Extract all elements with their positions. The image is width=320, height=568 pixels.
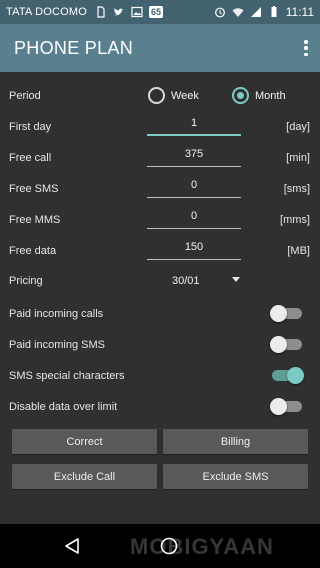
correct-button[interactable]: Correct: [12, 429, 157, 454]
free-mms-unit: [mms]: [280, 214, 310, 226]
status-bar: TATA DOCOMO 65 11:11: [0, 0, 320, 24]
free-mms-label: Free MMS: [9, 214, 61, 226]
free-call-unit: [min]: [286, 152, 310, 164]
period-row: Period Week Month: [0, 81, 320, 112]
free-data-unit: [MB]: [287, 245, 310, 257]
period-week-label: Week: [171, 89, 199, 102]
free-data-input[interactable]: 150: [147, 238, 241, 260]
watermark: MOBIGYAAN: [130, 534, 274, 559]
back-icon[interactable]: [64, 537, 80, 555]
sms-special-characters-switch[interactable]: [270, 366, 304, 384]
free-sms-row: Free SMS 0 [sms]: [0, 174, 320, 205]
first-day-input[interactable]: 1: [147, 114, 241, 136]
exclude-sms-button[interactable]: Exclude SMS: [163, 464, 308, 489]
first-day-label: First day: [9, 121, 52, 133]
toggle-row-sms-special-characters: SMS special characters: [0, 361, 320, 392]
free-mms-input[interactable]: 0: [147, 207, 241, 229]
signal-icon: [250, 7, 261, 17]
period-label: Period: [9, 90, 41, 102]
billing-button[interactable]: Billing: [163, 429, 308, 454]
pricing-row: Pricing 30/01: [0, 267, 320, 298]
toggle-row-paid-incoming-sms: Paid incoming SMS: [0, 330, 320, 361]
paid-incoming-sms-switch[interactable]: [270, 335, 304, 353]
free-sms-label: Free SMS: [9, 183, 59, 195]
exclude-call-button[interactable]: Exclude Call: [12, 464, 157, 489]
notification-badge: 65: [149, 6, 164, 18]
sim-icon: [97, 6, 105, 18]
carrier-name: TATA DOCOMO: [6, 6, 88, 18]
free-mms-row: Free MMS 0 [mms]: [0, 205, 320, 236]
period-month-label: Month: [255, 89, 286, 102]
settings-form: Period Week Month First day 1 [day] Free…: [0, 72, 320, 524]
paid-incoming-sms-label: Paid incoming SMS: [9, 339, 105, 351]
app-bar: PHONE PLAN: [0, 24, 320, 72]
alarm-icon: [214, 7, 225, 18]
toggle-row-paid-incoming-calls: Paid incoming calls: [0, 299, 320, 330]
home-icon[interactable]: [160, 537, 178, 555]
period-month-radio[interactable]: Month: [232, 87, 286, 104]
clock: 11:11: [285, 5, 314, 19]
dropdown-caret-icon: [232, 277, 240, 282]
battery-icon: [271, 6, 277, 17]
radio-checked-icon: [232, 87, 249, 104]
paid-incoming-calls-label: Paid incoming calls: [9, 308, 104, 320]
wifi-icon: [232, 8, 244, 17]
free-data-label: Free data: [9, 245, 57, 257]
disable-data-over-limit-label: Disable data over limit: [9, 401, 118, 413]
first-day-row: First day 1 [day]: [0, 112, 320, 143]
free-sms-input[interactable]: 0: [147, 176, 241, 198]
toggle-row-disable-data-over-limit: Disable data over limit: [0, 392, 320, 423]
free-call-row: Free call 375 [min]: [0, 143, 320, 174]
image-icon: [131, 6, 143, 18]
pricing-label: Pricing: [9, 275, 43, 287]
sms-special-characters-label: SMS special characters: [9, 370, 125, 382]
overflow-menu-icon[interactable]: [304, 40, 308, 56]
free-call-label: Free call: [9, 152, 52, 164]
free-sms-unit: [sms]: [283, 183, 310, 195]
first-day-unit: [day]: [286, 121, 310, 133]
page-title: PHONE PLAN: [14, 37, 134, 58]
navigation-bar: MOBIGYAAN: [0, 524, 320, 568]
period-week-radio[interactable]: Week: [148, 87, 199, 104]
pricing-value: 30/01: [172, 275, 200, 287]
disable-data-over-limit-switch[interactable]: [270, 397, 304, 415]
twitter-icon: [114, 8, 124, 16]
free-call-input[interactable]: 375: [147, 145, 241, 167]
free-data-row: Free data 150 [MB]: [0, 236, 320, 267]
radio-unchecked-icon: [148, 87, 165, 104]
paid-incoming-calls-switch[interactable]: [270, 304, 304, 322]
